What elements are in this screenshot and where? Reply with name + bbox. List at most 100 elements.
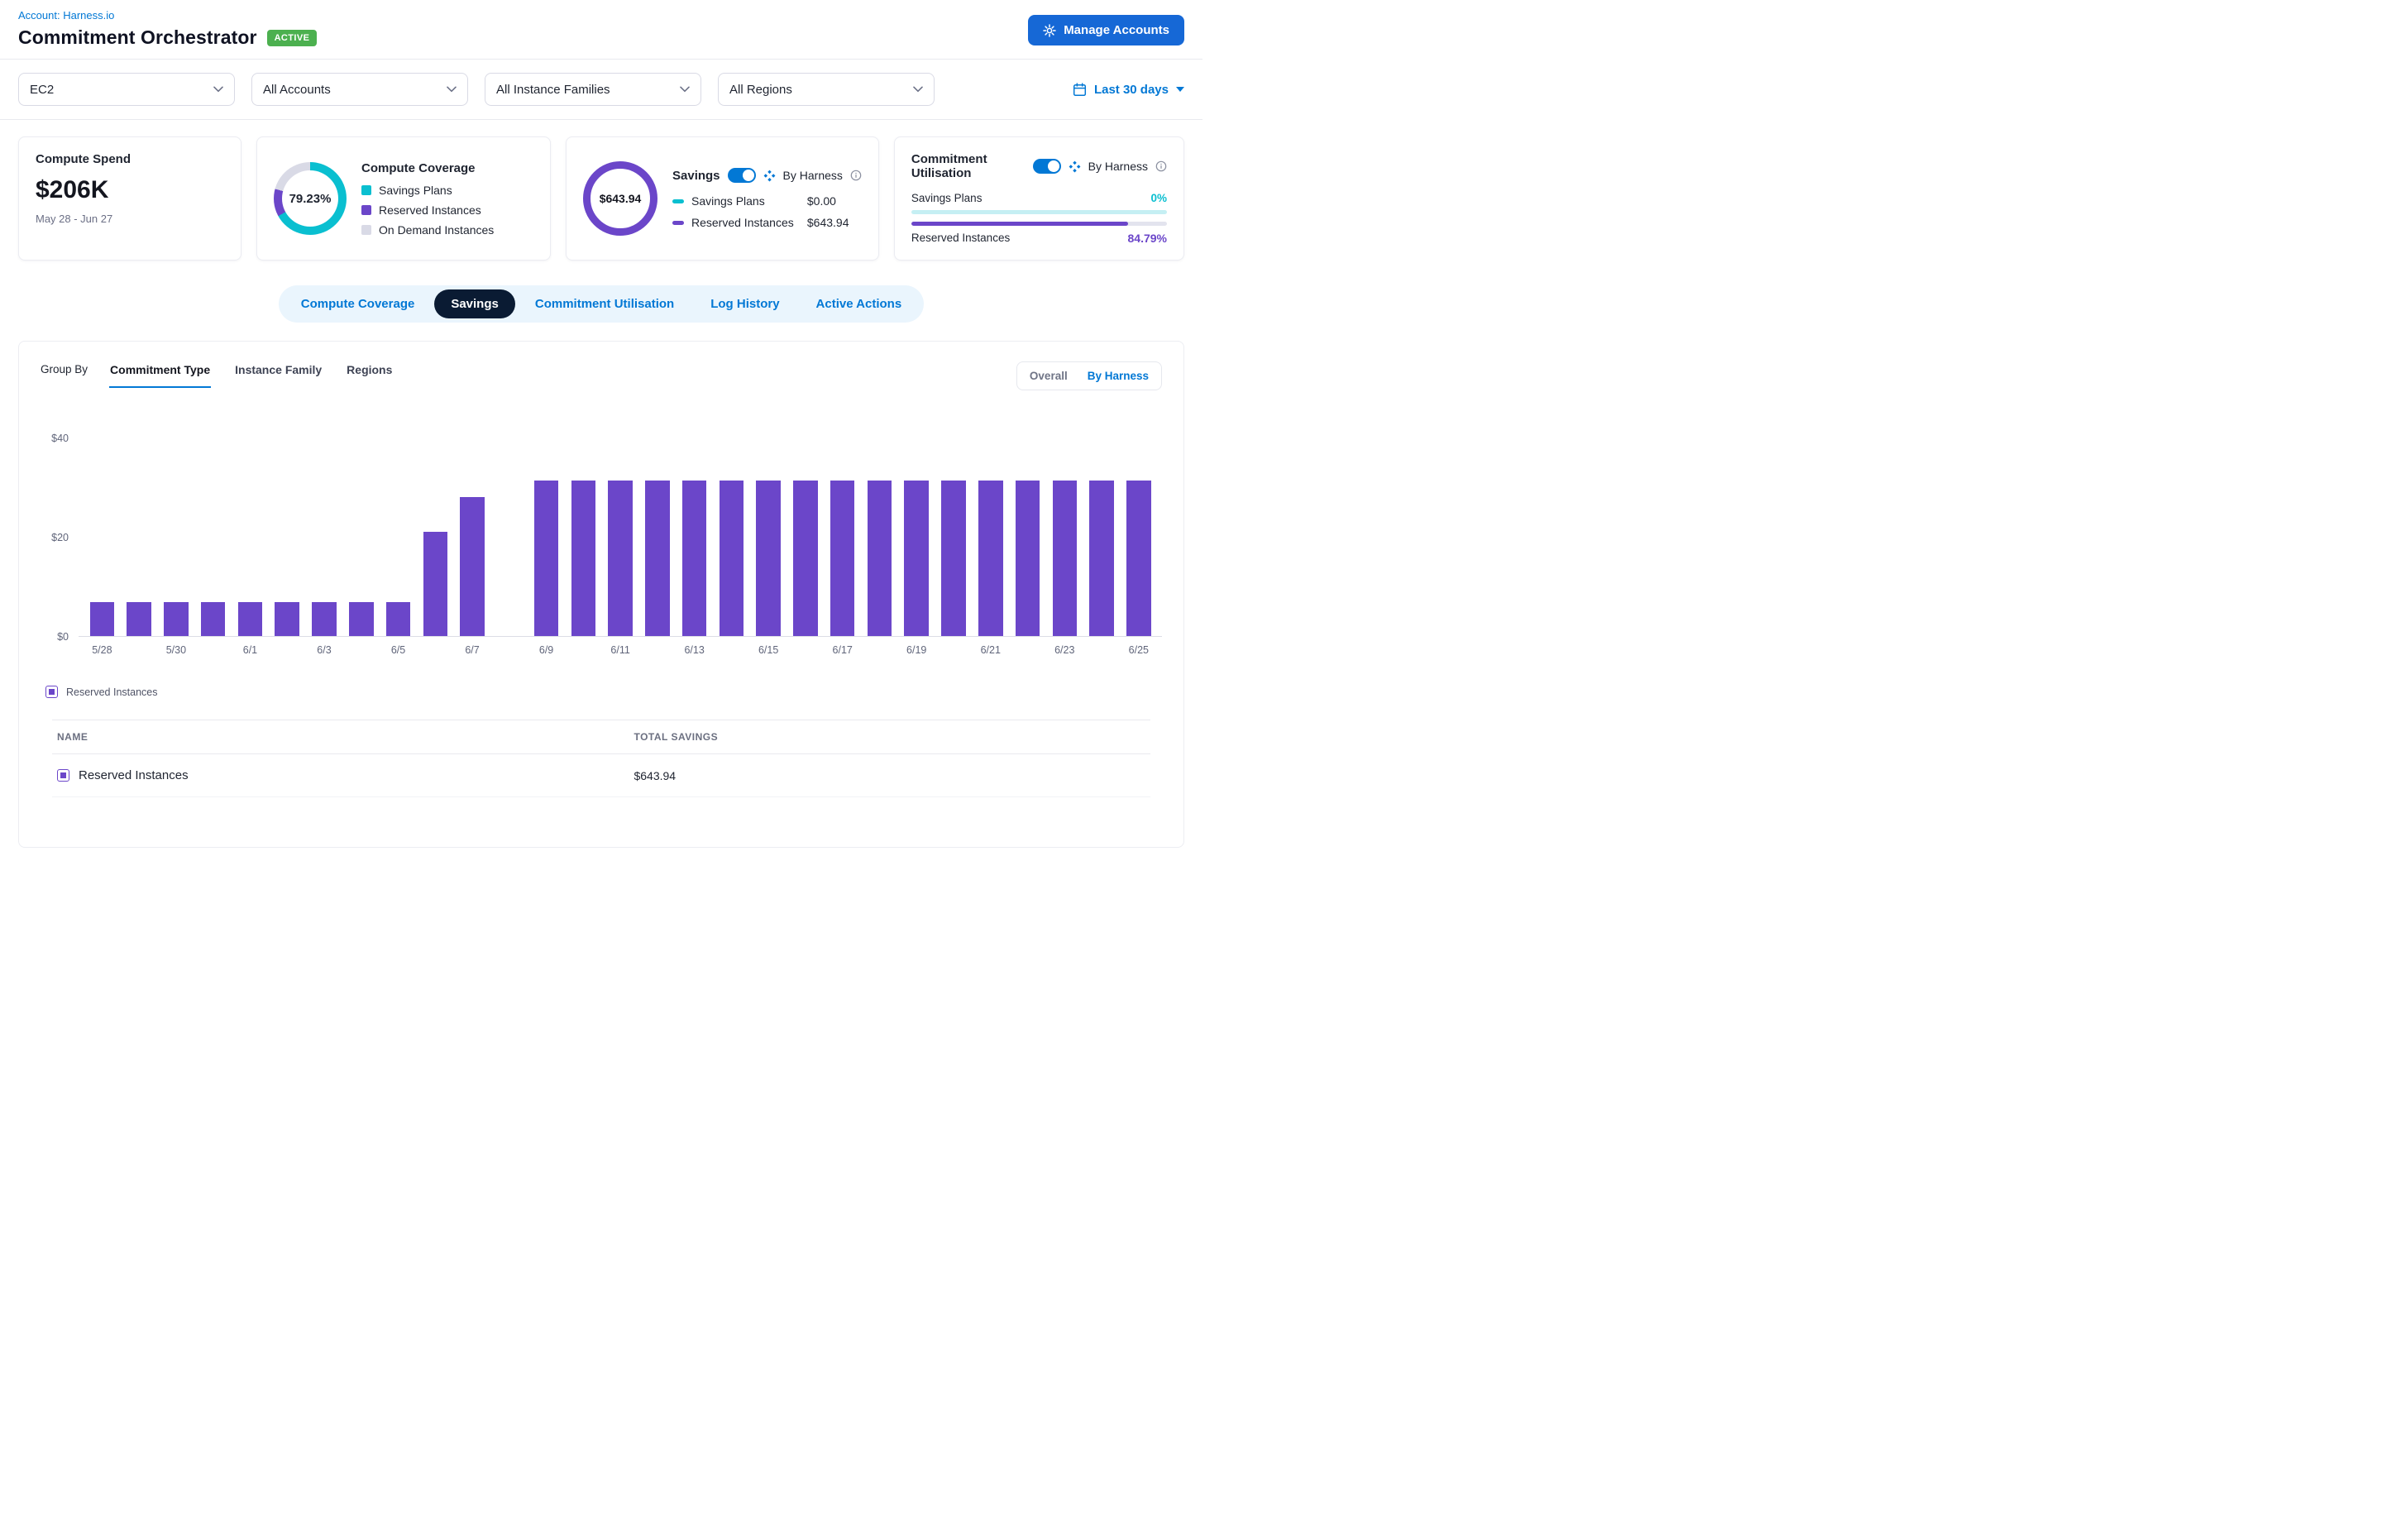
- info-icon[interactable]: [850, 170, 862, 181]
- bar-6-1: [238, 602, 263, 636]
- x-tick-label: 6/25: [1120, 644, 1157, 656]
- x-tick-label: [1083, 644, 1121, 656]
- tab-commitment-utilisation[interactable]: Commitment Utilisation: [519, 289, 691, 318]
- savings-title: Savings: [672, 169, 720, 183]
- savings-row-label: Savings Plans: [691, 194, 765, 208]
- view-toggle: Overall By Harness: [1016, 361, 1162, 390]
- utilisation-by-harness-label: By Harness: [1088, 160, 1148, 173]
- bar-6-23: [1053, 481, 1078, 636]
- service-select[interactable]: EC2: [18, 73, 235, 106]
- page-title: Commitment Orchestrator: [18, 26, 257, 49]
- group-tab-instance-family[interactable]: Instance Family: [234, 361, 323, 388]
- tab-savings[interactable]: Savings: [434, 289, 515, 318]
- savings-by-harness-label: By Harness: [783, 169, 843, 182]
- bar-6-10: [571, 481, 596, 636]
- legend-reserved-instances[interactable]: Reserved Instances: [41, 686, 1162, 698]
- tab-compute-coverage[interactable]: Compute Coverage: [284, 289, 432, 318]
- bar-slot: [824, 481, 861, 636]
- bar-slot: [269, 602, 306, 636]
- main-tabs: Compute Coverage Savings Commitment Util…: [0, 275, 1202, 336]
- filter-bar: EC2 All Accounts All Instance Families A…: [0, 60, 1202, 120]
- commitment-utilisation-card: Commitment Utilisation By Harness: [894, 136, 1184, 261]
- bar-slot: [861, 481, 898, 636]
- accounts-select-value: All Accounts: [263, 83, 331, 97]
- tab-log-history[interactable]: Log History: [694, 289, 796, 318]
- tab-active-actions[interactable]: Active Actions: [800, 289, 919, 318]
- bar-6-22: [1016, 481, 1040, 636]
- y-tick-label: $40: [51, 433, 69, 444]
- bar-slot: [121, 602, 158, 636]
- bar-slot: [972, 481, 1009, 636]
- table-row: Reserved Instances $643.94: [52, 754, 1150, 797]
- harness-logo-icon: [763, 170, 776, 182]
- bar-6-24: [1089, 481, 1114, 636]
- bar-slot: [84, 602, 121, 636]
- bar-slot: [342, 602, 380, 636]
- x-tick-label: [787, 644, 825, 656]
- utilisation-reserved-instances-pct: 84.79%: [1128, 232, 1167, 245]
- accounts-select[interactable]: All Accounts: [251, 73, 468, 106]
- bar-6-19: [904, 481, 929, 636]
- bar-slot: [1046, 481, 1083, 636]
- compute-coverage-card: 79.23% Compute Coverage Savings Plans Re…: [256, 136, 551, 261]
- group-by-label: Group By: [41, 361, 88, 375]
- utilisation-by-harness-toggle[interactable]: [1033, 159, 1061, 174]
- savings-by-harness-toggle[interactable]: [728, 168, 756, 183]
- bar-6-4: [349, 602, 374, 636]
- savings-row-value: $0.00: [807, 194, 862, 208]
- x-tick-label: 6/21: [972, 644, 1009, 656]
- dash-teal: [672, 199, 684, 203]
- x-tick-label: 6/7: [454, 644, 491, 656]
- x-tick-label: 6/13: [676, 644, 713, 656]
- x-tick-label: [861, 644, 898, 656]
- x-tick-label: 6/3: [306, 644, 343, 656]
- manage-accounts-button[interactable]: Manage Accounts: [1028, 15, 1184, 45]
- x-tick-label: 6/11: [602, 644, 639, 656]
- info-icon[interactable]: [1155, 160, 1167, 172]
- app-header: Account: Harness.io Commitment Orchestra…: [0, 0, 1202, 60]
- coverage-donut: 79.23%: [274, 162, 347, 235]
- bar-6-13: [682, 481, 707, 636]
- bar-slot: [417, 532, 454, 636]
- group-tab-commitment-type[interactable]: Commitment Type: [109, 361, 211, 388]
- savings-row-reserved-instances: Reserved Instances $643.94: [672, 216, 862, 229]
- row-name: Reserved Instances: [79, 768, 189, 782]
- bar-6-17: [830, 481, 855, 636]
- bar-slot: [713, 481, 750, 636]
- date-range-picker[interactable]: Last 30 days: [1073, 83, 1184, 97]
- chevron-down-icon: [913, 86, 923, 93]
- account-link[interactable]: Account: Harness.io: [18, 9, 114, 22]
- bar-5-29: [127, 602, 151, 636]
- table-header: NAME TOTAL SAVINGS: [52, 720, 1150, 754]
- legend-label: On Demand Instances: [379, 223, 494, 237]
- bar-6-11: [608, 481, 633, 636]
- header-left: Account: Harness.io Commitment Orchestra…: [18, 8, 317, 49]
- regions-select[interactable]: All Regions: [718, 73, 935, 106]
- bar-slot: [454, 497, 491, 636]
- row-swatch-icon: [57, 769, 69, 782]
- x-tick-label: [490, 644, 528, 656]
- coverage-legend-item: On Demand Instances: [361, 223, 494, 237]
- legend-label: Reserved Instances: [379, 203, 481, 217]
- savings-row-savings-plans: Savings Plans $0.00: [672, 194, 862, 208]
- compute-spend-period: May 28 - Jun 27: [36, 213, 224, 225]
- view-toggle-overall[interactable]: Overall: [1020, 365, 1078, 387]
- compute-spend-value: $206K: [36, 176, 224, 204]
- chart-y-axis: $0$20$40: [41, 428, 79, 637]
- legend-swatch-reserved-instances: [361, 205, 371, 215]
- x-tick-label: [935, 644, 973, 656]
- bar-slot: [602, 481, 639, 636]
- bar-6-18: [868, 481, 892, 636]
- chevron-down-icon: [680, 86, 690, 93]
- chart-x-axis: 5/285/306/16/36/56/76/96/116/136/156/176…: [79, 644, 1162, 656]
- instance-families-select[interactable]: All Instance Families: [485, 73, 701, 106]
- bar-slot: [306, 602, 343, 636]
- row-total-savings: $643.94: [634, 769, 1145, 782]
- harness-logo-icon: [1069, 160, 1081, 173]
- bar-slot: [787, 481, 825, 636]
- bar-6-20: [941, 481, 966, 636]
- savings-donut: $643.94: [583, 161, 657, 236]
- bar-6-25: [1126, 481, 1151, 636]
- group-tab-regions[interactable]: Regions: [346, 361, 393, 388]
- view-toggle-by-harness[interactable]: By Harness: [1078, 365, 1159, 387]
